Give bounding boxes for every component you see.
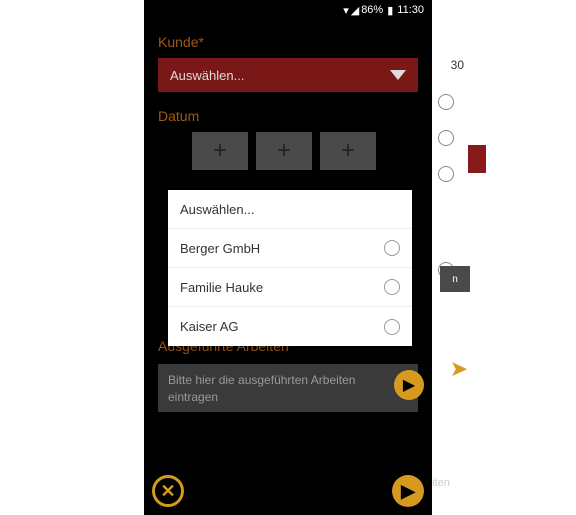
bottom-bar: ✕ ▶ xyxy=(144,467,432,515)
bg-radio-2 xyxy=(438,130,454,146)
battery-icon: ▮ xyxy=(387,4,393,17)
dropdown-item-label: Kaiser AG xyxy=(180,319,239,334)
datum-plus-row: + + + xyxy=(158,132,418,170)
dropdown-item-label: Familie Hauke xyxy=(180,280,263,295)
bg-radio-3 xyxy=(438,166,454,182)
bg-red-strip xyxy=(468,145,486,173)
arrow-right-icon: ▶ xyxy=(403,375,415,395)
dropdown-item-placeholder[interactable]: Auswählen... xyxy=(168,190,412,229)
signal-icon: ◢ xyxy=(351,4,357,17)
datum-plus-1[interactable]: + xyxy=(192,132,248,170)
status-bar: ▾ ◢ 86% ▮ 11:30 xyxy=(144,0,432,20)
radio-icon xyxy=(384,279,400,295)
bg-button: n xyxy=(440,266,470,292)
close-icon: ✕ xyxy=(160,481,175,502)
dropdown-item-hauke[interactable]: Familie Hauke xyxy=(168,268,412,307)
dropdown-item-kaiser[interactable]: Kaiser AG xyxy=(168,307,412,346)
datum-plus-3[interactable]: + xyxy=(320,132,376,170)
forward-button[interactable]: ▶ xyxy=(392,475,424,507)
kunde-label: Kunde* xyxy=(158,34,418,50)
arbeiten-placeholder: Bitte hier die ausgeführten Arbeiten ein… xyxy=(168,373,355,404)
wifi-icon: ▾ xyxy=(343,4,347,17)
kunde-dropdown: Auswählen... Berger GmbH Familie Hauke K… xyxy=(168,190,412,346)
bg-arrow-icon: ➤ xyxy=(450,356,468,382)
battery-pct: 86% xyxy=(361,4,383,16)
datum-plus-2[interactable]: + xyxy=(256,132,312,170)
next-arrow-button[interactable]: ▶ xyxy=(394,370,424,400)
dropdown-item-label: Auswählen... xyxy=(180,202,254,217)
datum-label: Datum xyxy=(158,108,418,124)
dropdown-item-berger[interactable]: Berger GmbH xyxy=(168,229,412,268)
radio-icon xyxy=(384,319,400,335)
arbeiten-textarea[interactable]: Bitte hier die ausgeführten Arbeiten ein… xyxy=(158,364,418,412)
bg-radio-1 xyxy=(438,94,454,110)
cancel-button[interactable]: ✕ xyxy=(152,475,184,507)
chevron-down-icon xyxy=(390,70,406,80)
arrow-right-icon: ▶ xyxy=(401,481,415,502)
dropdown-item-label: Berger GmbH xyxy=(180,241,260,256)
radio-icon xyxy=(384,240,400,256)
kunde-select-value: Auswählen... xyxy=(170,68,244,83)
phone-screen: ▾ ◢ 86% ▮ 11:30 Kunde* Auswählen... Datu… xyxy=(144,0,432,515)
kunde-select[interactable]: Auswählen... xyxy=(158,58,418,92)
status-time: 11:30 xyxy=(397,4,424,16)
